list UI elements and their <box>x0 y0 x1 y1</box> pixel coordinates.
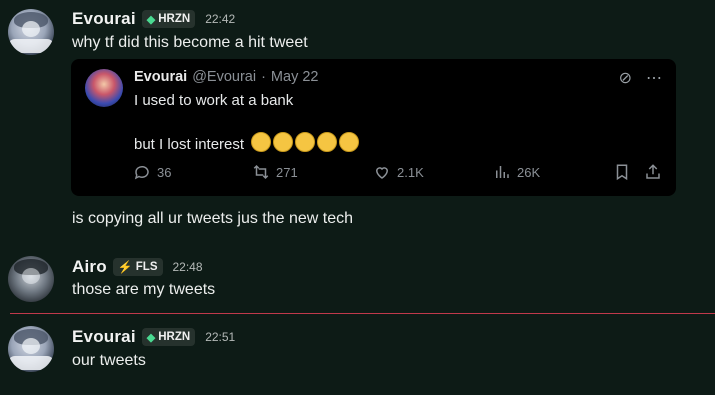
like-icon <box>375 167 389 179</box>
like-button[interactable]: 2.1K <box>373 163 424 181</box>
new-messages-divider <box>10 313 715 314</box>
gem-icon: ◆ <box>146 13 156 26</box>
clan-tag[interactable]: ⚡ FLS <box>112 258 163 276</box>
message-text: those are my tweets <box>72 281 216 298</box>
share-icon <box>646 164 660 179</box>
views-icon <box>496 166 509 178</box>
username[interactable]: Airo <box>72 257 107 277</box>
reply-button[interactable]: 36 <box>133 163 171 181</box>
message-text: is copying all ur tweets jus the new tec… <box>72 210 354 227</box>
clan-tag[interactable]: ◆ HRZN <box>141 10 196 28</box>
retweet-button[interactable]: 271 <box>252 163 298 181</box>
views-button[interactable]: 26K <box>493 163 540 181</box>
bookmark-icon <box>616 164 628 181</box>
gem-icon: ◆ <box>146 331 156 344</box>
retweet-icon <box>253 164 269 180</box>
avatar[interactable] <box>8 256 54 302</box>
message-text: why tf did this become a hit tweet <box>72 34 308 51</box>
message-text: our tweets <box>72 352 146 369</box>
username[interactable]: Evourai <box>72 9 136 29</box>
embed-line-1: I used to work at a bank <box>134 92 294 109</box>
embed-avatar[interactable] <box>85 69 123 107</box>
reply-icon <box>134 165 149 180</box>
avatar[interactable] <box>8 9 54 55</box>
bookmark-button[interactable] <box>613 163 631 181</box>
timestamp: 22:48 <box>172 260 203 274</box>
username[interactable]: Evourai <box>72 327 136 347</box>
timestamp: 22:51 <box>205 330 236 344</box>
embed-author-name[interactable]: Evourai <box>134 69 187 85</box>
timestamp: 22:42 <box>205 12 236 26</box>
grok-icon[interactable]: ⊘ <box>619 68 632 88</box>
tweet-embed[interactable]: Evourai @Evourai · May 22 ⊘ ⋯ I used to … <box>71 59 676 196</box>
more-icon[interactable]: ⋯ <box>646 68 662 88</box>
avatar[interactable] <box>8 326 54 372</box>
embed-date: May 22 <box>270 69 319 85</box>
share-button[interactable] <box>644 163 662 181</box>
clan-tag[interactable]: ◆ HRZN <box>141 328 196 346</box>
lightning-icon: ⚡ <box>117 260 133 274</box>
embed-handle: @Evourai <box>192 69 257 85</box>
laughing-emoji-icons <box>251 132 361 153</box>
embed-line-2: but I lost interest <box>134 136 245 153</box>
